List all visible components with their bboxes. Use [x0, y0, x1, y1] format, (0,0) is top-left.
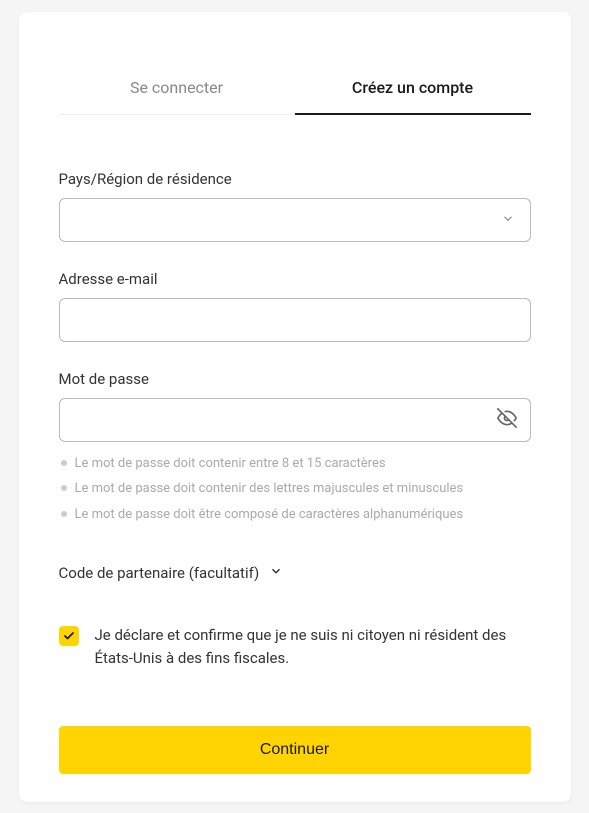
partner-code-label: Code de partenaire (facultatif): [59, 564, 260, 582]
declaration-row: Je déclare et confirme que je ne suis ni…: [59, 624, 531, 671]
email-field-group: Adresse e-mail: [59, 270, 531, 342]
tab-signin[interactable]: Se connecter: [59, 62, 295, 114]
country-input[interactable]: [59, 198, 531, 242]
declaration-checkbox[interactable]: [59, 626, 79, 646]
password-hints: Le mot de passe doit contenir entre 8 et…: [59, 454, 531, 525]
password-label: Mot de passe: [59, 370, 531, 388]
signup-card: Se connecter Créez un compte Pays/Région…: [19, 12, 571, 802]
country-label: Pays/Région de résidence: [59, 170, 531, 188]
bullet-icon: [61, 460, 67, 466]
eye-off-icon[interactable]: [497, 408, 517, 432]
partner-code-toggle[interactable]: Code de partenaire (facultatif): [59, 564, 531, 582]
auth-tabs: Se connecter Créez un compte: [59, 62, 531, 115]
bullet-icon: [61, 511, 67, 517]
email-label: Adresse e-mail: [59, 270, 531, 288]
hint-text: Le mot de passe doit contenir entre 8 et…: [75, 454, 386, 474]
password-hint: Le mot de passe doit contenir entre 8 et…: [61, 454, 531, 474]
password-hint: Le mot de passe doit contenir des lettre…: [61, 479, 531, 499]
password-input[interactable]: [59, 398, 531, 442]
password-hint: Le mot de passe doit être composé de car…: [61, 505, 531, 525]
declaration-text: Je déclare et confirme que je ne suis ni…: [95, 624, 531, 671]
chevron-down-icon: [269, 564, 283, 582]
bullet-icon: [61, 485, 67, 491]
country-select[interactable]: [59, 198, 531, 242]
country-field-group: Pays/Région de résidence: [59, 170, 531, 242]
hint-text: Le mot de passe doit être composé de car…: [75, 505, 464, 525]
hint-text: Le mot de passe doit contenir des lettre…: [75, 479, 464, 499]
email-input[interactable]: [59, 298, 531, 342]
tab-signup[interactable]: Créez un compte: [295, 62, 531, 115]
password-field-group: Mot de passe Le mot de passe doit conten…: [59, 370, 531, 525]
continue-button[interactable]: Continuer: [59, 726, 531, 774]
